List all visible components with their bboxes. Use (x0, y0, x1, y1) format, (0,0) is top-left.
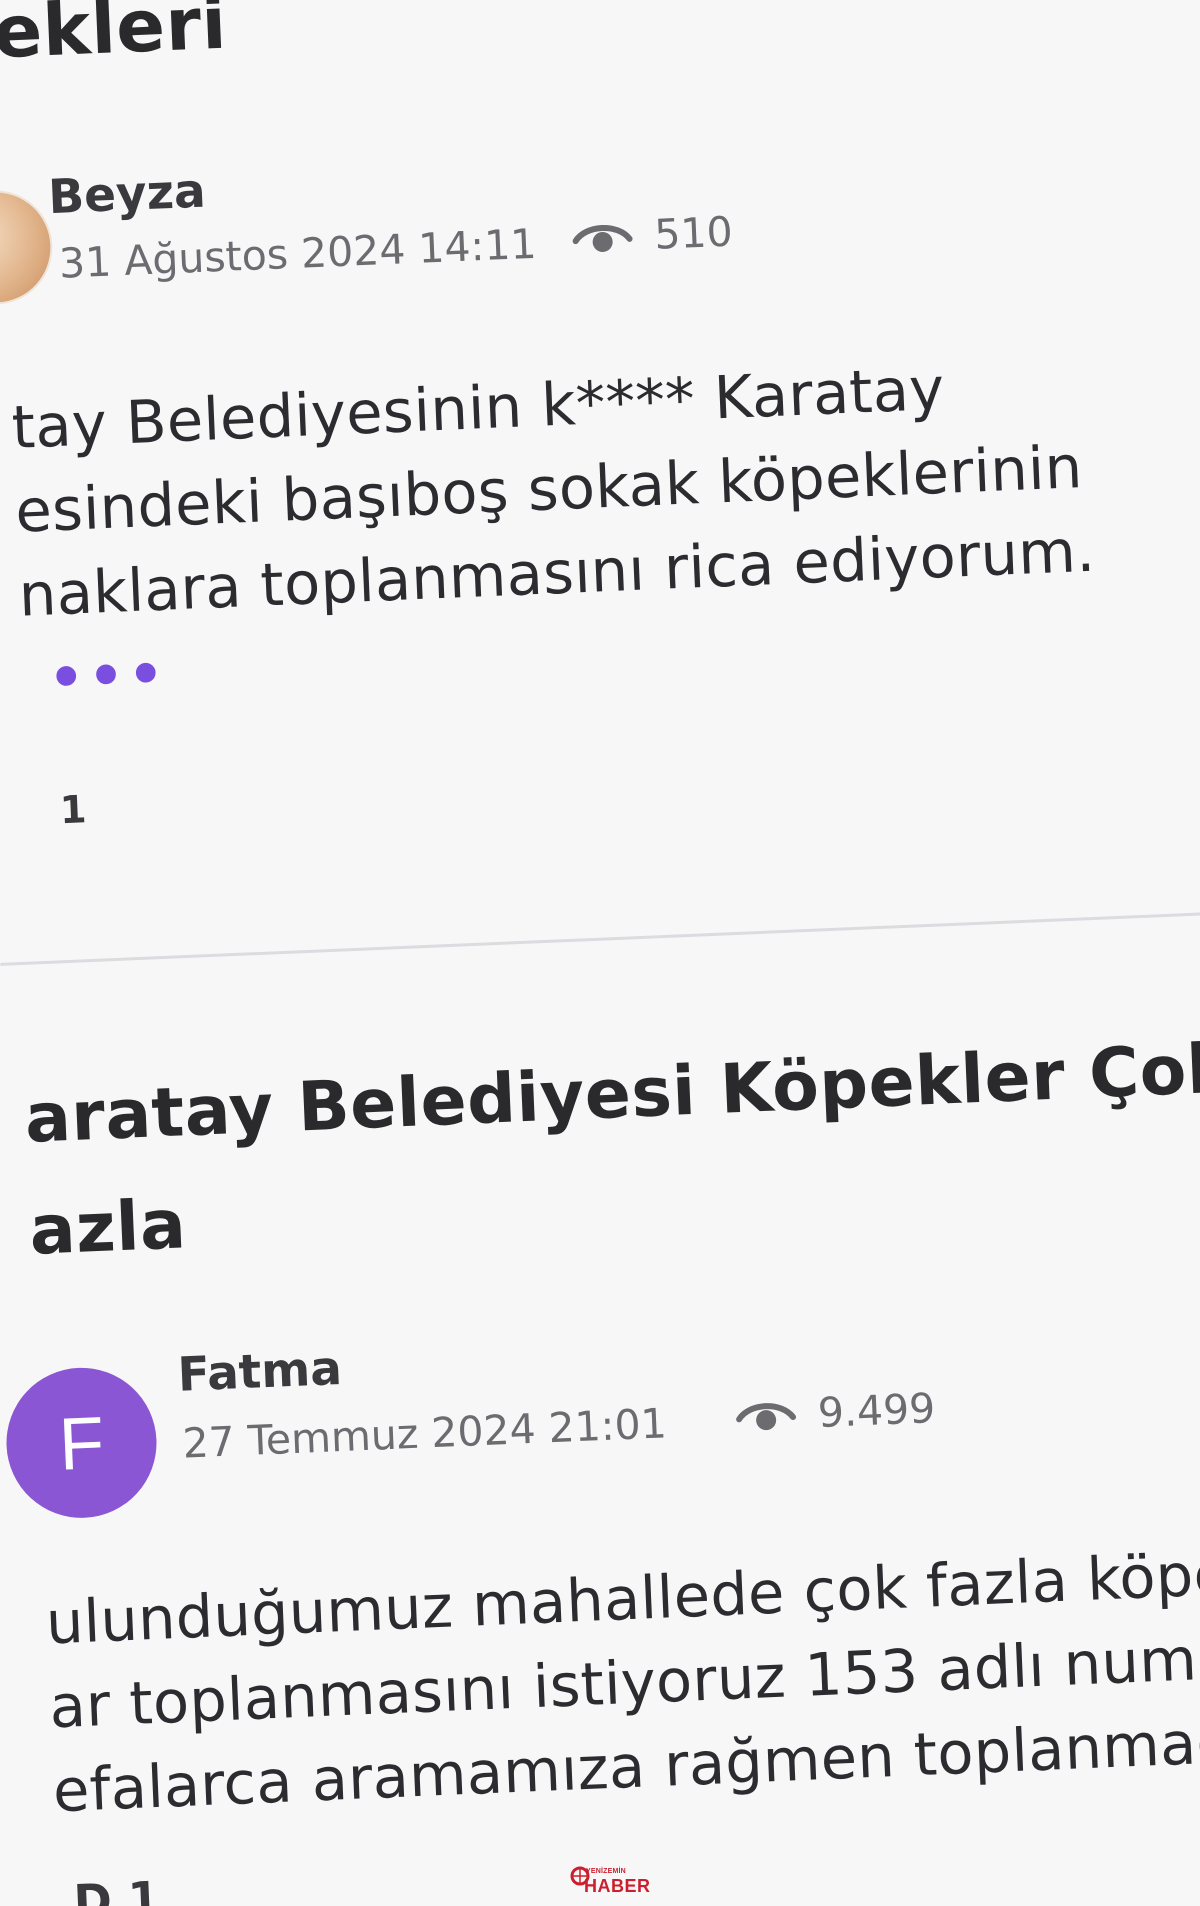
divider (0, 908, 1200, 966)
post1-author[interactable]: Beyza (47, 164, 207, 226)
eye-icon (736, 1403, 797, 1431)
avatar[interactable]: F (3, 1364, 160, 1521)
watermark-main-text: HABER (584, 1876, 651, 1896)
watermark-top-text: YENİZEMİN (586, 1868, 626, 1875)
post1-title[interactable]: ekleri (0, 0, 228, 74)
content-layer: ekleri Beyza 31 Ağustos 2024 14:11 510 t… (0, 0, 1200, 1906)
post2-views-count: 9.499 (816, 1384, 937, 1437)
avatar[interactable] (0, 190, 53, 305)
post1-count[interactable]: 1 (59, 787, 87, 832)
screenshot-page: ekleri Beyza 31 Ağustos 2024 14:11 510 t… (0, 0, 1200, 1906)
post2-count[interactable]: D 1 (73, 1871, 161, 1906)
post1-views-count: 510 (653, 207, 734, 259)
avatar-letter: F (57, 1400, 106, 1486)
post1-views: 510 (571, 207, 734, 263)
post2-views: 9.499 (735, 1384, 936, 1440)
post2-date: 27 Temmuz 2024 21:01 (181, 1399, 668, 1468)
post2-title-line-1[interactable]: aratay Belediyesi Köpekler Çol (23, 1030, 1200, 1159)
post2-title-line-2[interactable]: azla (28, 1185, 188, 1270)
post1-date: 31 Ağustos 2024 14:11 (58, 219, 538, 288)
eye-icon (572, 224, 633, 252)
post2-author[interactable]: Fatma (177, 1341, 343, 1403)
read-more-button[interactable]: ••• (47, 642, 169, 712)
